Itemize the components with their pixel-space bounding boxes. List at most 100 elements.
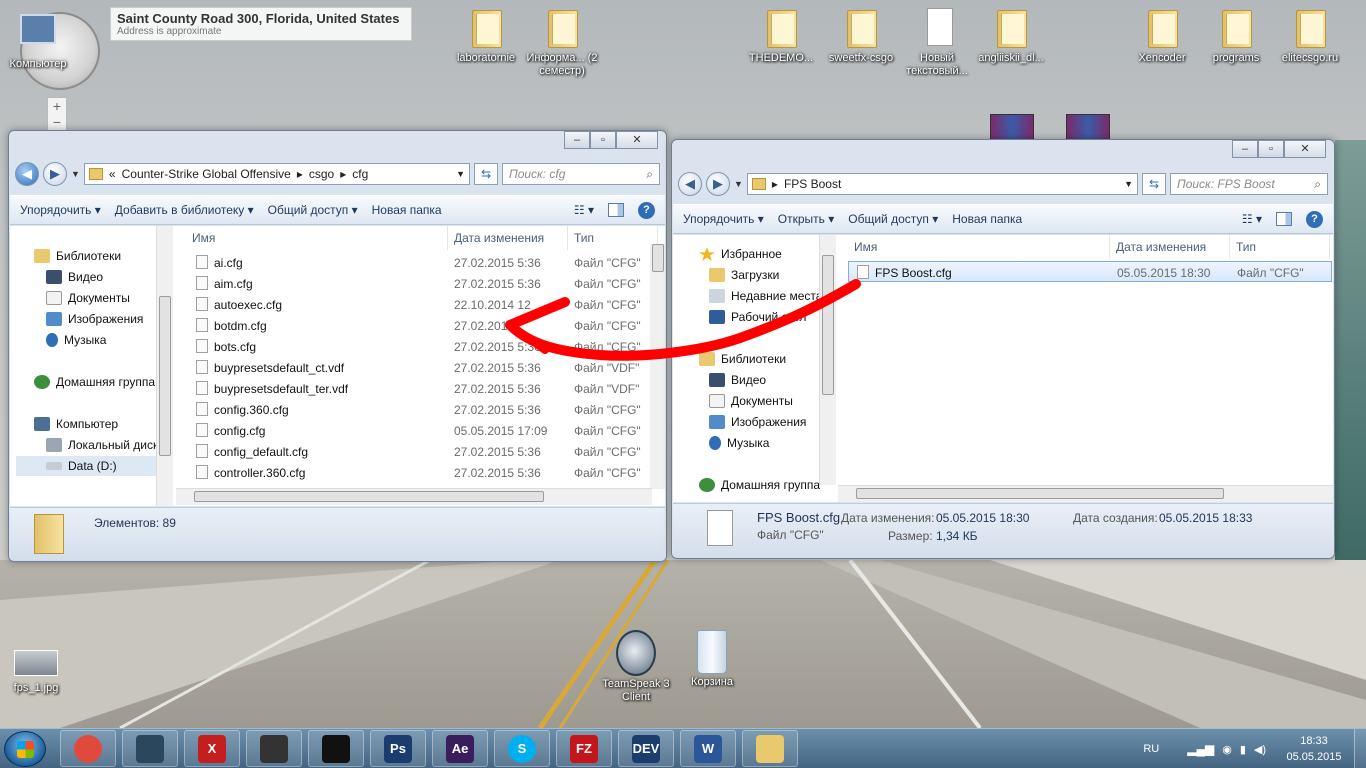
address-bar[interactable]: ▸ FPS Boost ▼ <box>746 173 1138 195</box>
nav-item-video[interactable]: Видео <box>709 370 766 390</box>
taskbar-button[interactable]: Ps <box>370 730 426 767</box>
column-header-date[interactable]: Дата изменения <box>448 226 568 250</box>
desktop-icon-folder[interactable]: programs <box>1198 6 1274 65</box>
new-folder-button[interactable]: Новая папка <box>372 203 442 217</box>
file-row[interactable]: config_default.cfg 27.02.2015 5:36 Файл "C… <box>176 441 646 462</box>
maximize-button[interactable]: ▫ <box>590 131 616 149</box>
scrollbar-thumb[interactable] <box>856 488 1224 499</box>
nav-item-data-drive[interactable]: Data (D:) <box>16 456 156 476</box>
minimize-button[interactable]: – <box>564 131 590 149</box>
map-zoom-control[interactable]: + − <box>47 97 67 131</box>
back-button[interactable]: ◀ <box>678 172 702 196</box>
nav-item-recent-places[interactable]: Недавние места <box>709 286 822 306</box>
zoom-in-button[interactable]: + <box>48 98 66 114</box>
column-header-type[interactable]: Тип <box>1230 235 1330 259</box>
preview-pane-icon[interactable] <box>1276 212 1292 226</box>
file-list-scrollbar[interactable] <box>650 244 665 489</box>
history-dropdown-icon[interactable]: ▼ <box>71 169 80 179</box>
taskbar-button[interactable]: X <box>184 730 240 767</box>
desktop-icon-folder[interactable]: elitecsgo.ru <box>1272 6 1348 65</box>
nav-pane-scrollbar[interactable] <box>156 226 173 506</box>
nav-item-music[interactable]: Музыка <box>46 330 106 350</box>
file-row[interactable]: FPS Boost.cfg 05.05.2015 18:30 Файл "CFG" <box>848 261 1332 282</box>
power-icon[interactable]: ▮ <box>1240 743 1246 756</box>
desktop-icon-teamspeak[interactable]: TeamSpeak 3 Client <box>598 630 674 704</box>
desktop-icon-folder[interactable]: THEDEMO... <box>743 6 819 65</box>
winrar-archive-icon[interactable] <box>1066 114 1110 140</box>
explorer-window-cfg[interactable]: – ▫ ✕ ◀ ▶ ▼ « Counter-Strike Global Offe… <box>8 130 667 562</box>
nav-item-images[interactable]: Изображения <box>709 412 806 432</box>
language-indicator[interactable]: RU <box>1143 743 1159 755</box>
nav-item-libraries[interactable]: Библиотеки <box>699 349 786 369</box>
view-options-icon[interactable]: ☷ ▾ <box>1242 212 1262 226</box>
zoom-out-button[interactable]: − <box>48 114 66 130</box>
file-row[interactable]: buypresetsdefault_ter.vdf 27.02.2015 5:36… <box>176 378 646 399</box>
taskbar-button[interactable]: DEV <box>618 730 674 767</box>
desktop-icon-folder[interactable]: Xencoder <box>1124 6 1200 65</box>
nav-item-libraries[interactable]: Библиотеки <box>34 246 121 266</box>
taskbar-button[interactable]: Ae <box>432 730 488 767</box>
column-header-name[interactable]: Имя <box>186 226 448 250</box>
history-dropdown-icon[interactable]: ▼ <box>734 179 743 189</box>
close-button[interactable]: ✕ <box>1284 140 1326 158</box>
help-icon[interactable]: ? <box>638 201 655 219</box>
address-dropdown-icon[interactable]: ▼ <box>456 169 465 179</box>
horizontal-scrollbar[interactable] <box>176 488 652 505</box>
file-row[interactable]: aim.cfg 27.02.2015 5:36 Файл "CFG" <box>176 273 646 294</box>
file-row[interactable]: autoexec.cfg 22.10.2014 12 Файл "CFG" <box>176 294 646 315</box>
refresh-button[interactable]: ⇆ <box>474 163 498 185</box>
open-button[interactable]: Открыть ▾ <box>778 212 834 226</box>
start-button[interactable] <box>4 731 46 767</box>
share-button[interactable]: Общий доступ ▾ <box>268 203 358 217</box>
nav-item-homegroup[interactable]: Домашняя группа <box>699 475 820 495</box>
breadcrumb-overflow[interactable]: « <box>109 167 116 181</box>
nav-item-documents[interactable]: Документы <box>709 391 793 411</box>
taskbar-button[interactable] <box>742 730 798 767</box>
scrollbar-thumb[interactable] <box>652 244 664 272</box>
nav-item-desktop[interactable]: Рабочий стол <box>709 307 806 327</box>
taskbar-button[interactable]: FZ <box>556 730 612 767</box>
forward-button[interactable]: ▶ <box>43 162 67 186</box>
horizontal-scrollbar[interactable] <box>838 485 1333 502</box>
column-header-name[interactable]: Имя <box>848 235 1110 259</box>
desktop-icon-folder[interactable]: laboratornie <box>448 6 524 65</box>
desktop-icon-image-file[interactable]: fps_1.jpg <box>0 650 74 695</box>
scrollbar-thumb[interactable] <box>194 491 544 502</box>
nav-pane-scrollbar[interactable] <box>819 235 836 485</box>
nav-item-downloads[interactable]: Загрузки <box>709 265 779 285</box>
file-row[interactable]: buypresetsdefault_ct.vdf 27.02.2015 5:36 Ф… <box>176 357 646 378</box>
organize-button[interactable]: Упорядочить ▾ <box>683 212 764 226</box>
file-row[interactable]: config.360.cfg 27.02.2015 5:36 Файл "CFG" <box>176 399 646 420</box>
file-row[interactable]: bots.cfg 27.02.2015 5:36 Файл "CFG" <box>176 336 646 357</box>
file-row[interactable]: ai.cfg 27.02.2015 5:36 Файл "CFG" <box>176 252 646 273</box>
desktop-icon-folder[interactable]: sweetfx-csgo <box>823 6 899 65</box>
preview-pane-icon[interactable] <box>608 203 624 217</box>
desktop-icon-folder[interactable]: angliiskii_dl... <box>973 6 1049 65</box>
help-icon[interactable]: ? <box>1306 210 1323 228</box>
nav-item-favorites[interactable]: Избранное <box>699 244 782 264</box>
breadcrumb-item[interactable]: FPS Boost <box>784 177 841 191</box>
address-bar[interactable]: « Counter-Strike Global Offensive ▸ csgo… <box>83 163 470 185</box>
explorer-window-fps-boost[interactable]: – ▫ ✕ ◀ ▶ ▼ ▸ FPS Boost ▼ ⇆ Поиск: FPS B… <box>671 139 1335 559</box>
column-header-type[interactable]: Тип <box>568 226 658 250</box>
nav-item-images[interactable]: Изображения <box>46 309 143 329</box>
desktop-icon-text-file[interactable]: Новый текстовый... <box>899 6 975 78</box>
breadcrumb-separator-icon[interactable]: ▸ <box>772 177 778 191</box>
clock[interactable]: 18:33 05.05.2015 <box>1274 733 1354 765</box>
nav-item-video[interactable]: Видео <box>46 267 103 287</box>
volume-icon[interactable]: ◀) <box>1254 743 1266 756</box>
taskbar-button[interactable] <box>308 730 364 767</box>
maximize-button[interactable]: ▫ <box>1258 140 1284 158</box>
scrollbar-thumb[interactable] <box>822 255 834 395</box>
file-row[interactable]: controller.360.cfg 27.02.2015 5:36 Файл "C… <box>176 462 646 483</box>
breadcrumb-separator-icon[interactable]: ▸ <box>340 167 346 181</box>
taskbar-button[interactable] <box>122 730 178 767</box>
minimize-button[interactable]: – <box>1232 140 1258 158</box>
winrar-archive-icon[interactable] <box>990 114 1034 140</box>
address-dropdown-icon[interactable]: ▼ <box>1124 179 1133 189</box>
add-to-library-button[interactable]: Добавить в библиотеку ▾ <box>115 203 254 217</box>
taskbar-button[interactable] <box>60 730 116 767</box>
nav-item-homegroup[interactable]: Домашняя группа <box>34 372 155 392</box>
view-options-icon[interactable]: ☷ ▾ <box>574 203 594 217</box>
network-signal-icon[interactable]: ▂▄▆ <box>1187 742 1214 756</box>
